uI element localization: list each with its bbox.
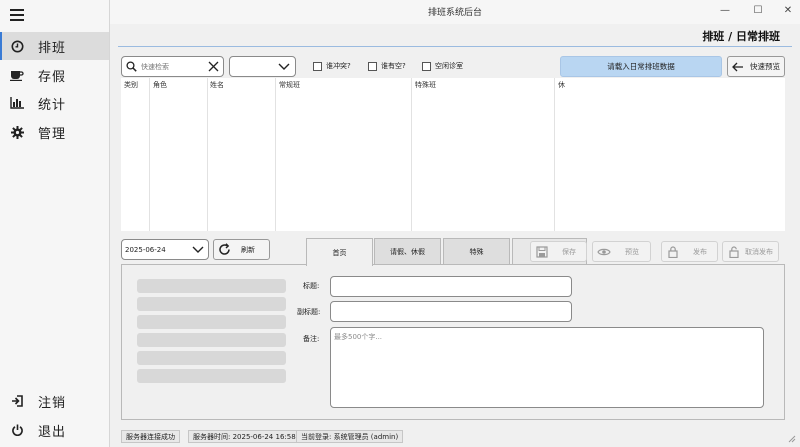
checkbox-label: 谁冲突?: [326, 62, 351, 70]
sidebar-item-exit[interactable]: 退出: [0, 416, 109, 444]
sidebar-item-logout[interactable]: 注销: [0, 387, 109, 415]
arrow-left-icon: [732, 62, 744, 72]
preview-button[interactable]: 预览: [592, 241, 651, 262]
column-divider: [554, 78, 555, 231]
breadcrumb: 排班 / 日常排班: [702, 30, 780, 43]
tab-leave[interactable]: 请假、休假: [374, 238, 441, 264]
checkbox-box[interactable]: [422, 61, 431, 71]
date-picker[interactable]: 2025-06-24: [121, 239, 209, 260]
eye-icon: [597, 247, 611, 257]
available-checkbox[interactable]: 谁有空?: [368, 61, 406, 71]
cup-icon: [10, 68, 24, 82]
load-schedule-button[interactable]: 请载入日常排班数据: [560, 56, 722, 77]
minimize-button[interactable]: —: [718, 4, 732, 18]
checkbox-label: 空闲诊室: [435, 62, 463, 70]
quick-preview-button[interactable]: 快速预览: [727, 56, 785, 77]
unlock-icon: [729, 245, 739, 258]
gear-icon: [10, 125, 24, 139]
save-icon: [536, 245, 548, 258]
sidebar-item-label: 注销: [38, 395, 67, 411]
window-title: 排班系统后台: [427, 8, 482, 18]
column-header[interactable]: 常规班: [279, 80, 300, 90]
subtitle-input[interactable]: [330, 301, 572, 322]
header-divider: [118, 46, 792, 47]
column-header[interactable]: 休: [558, 80, 565, 90]
column-divider: [207, 78, 208, 231]
title-input[interactable]: [330, 276, 572, 297]
placeholder-item: [137, 297, 286, 311]
column-header[interactable]: 角色: [153, 80, 167, 90]
refresh-button[interactable]: 刷新: [213, 239, 270, 260]
search-input[interactable]: [141, 62, 201, 71]
sidebar-item-admin[interactable]: 管理: [0, 118, 109, 146]
button-label: 发布: [693, 247, 707, 256]
sidebar: 排班 存假 统计 管理 注销 退出: [0, 0, 110, 447]
button-label: 取消发布: [745, 247, 773, 256]
sidebar-item-label: 管理: [38, 126, 67, 142]
search-box[interactable]: [121, 56, 224, 77]
button-label: 快速预览: [750, 62, 780, 71]
subtitle-label: 副标题:: [297, 308, 321, 316]
title-bar: 排班系统后台 — ☐ ✕: [110, 0, 800, 24]
search-icon: [126, 61, 137, 72]
column-header[interactable]: 类别: [124, 80, 138, 90]
button-label: 刷新: [241, 245, 255, 254]
publish-button[interactable]: 发布: [661, 241, 718, 262]
button-label: 保存: [562, 247, 576, 256]
current-user: 当前登录: 系统管理员 (admin): [296, 430, 404, 443]
logout-icon: [10, 394, 24, 408]
power-icon: [10, 423, 24, 437]
column-header[interactable]: 姓名: [210, 80, 224, 90]
tab-home[interactable]: 首页: [306, 238, 373, 266]
checkbox-label: 谁有空?: [381, 62, 406, 70]
sidebar-item-leave[interactable]: 存假: [0, 61, 109, 89]
sidebar-item-label: 统计: [38, 97, 67, 113]
menu-icon[interactable]: [10, 9, 24, 21]
chevron-down-icon: [192, 245, 204, 254]
date-value: 2025-06-24: [125, 245, 166, 254]
maximize-button[interactable]: ☐: [751, 4, 765, 18]
server-time: 服务器时间: 2025-06-24 16:58: [188, 430, 301, 443]
clock-icon: [10, 39, 24, 53]
checkbox-box[interactable]: [313, 61, 322, 71]
free-room-checkbox[interactable]: 空闲诊室: [422, 61, 463, 71]
placeholder-item: [137, 279, 286, 293]
bar-chart-icon: [10, 96, 24, 110]
sidebar-item-schedule[interactable]: 排班: [0, 32, 109, 60]
note-label: 备注:: [303, 335, 320, 343]
sidebar-item-stats[interactable]: 统计: [0, 89, 109, 117]
resize-grip-icon[interactable]: [788, 435, 796, 443]
placeholder-item: [137, 351, 286, 365]
schedule-table[interactable]: 类别 角色 姓名 常规班 特殊班 休: [121, 78, 785, 231]
conflict-checkbox[interactable]: 谁冲突?: [313, 61, 351, 71]
close-button[interactable]: ✕: [781, 4, 795, 18]
clear-icon[interactable]: [208, 61, 219, 72]
column-header[interactable]: 特殊班: [415, 80, 436, 90]
placeholder-item: [137, 333, 286, 347]
filter-select[interactable]: [229, 56, 296, 77]
unpublish-button[interactable]: 取消发布: [722, 241, 779, 262]
placeholder-item: [137, 315, 286, 329]
save-button[interactable]: 保存: [530, 241, 587, 262]
tab-special[interactable]: 特殊: [443, 238, 510, 264]
checkbox-box[interactable]: [368, 61, 377, 71]
title-label: 标题:: [303, 282, 320, 290]
sidebar-item-label: 排班: [38, 40, 67, 56]
sidebar-item-label: 存假: [38, 69, 67, 85]
button-label: 预览: [625, 247, 639, 256]
connection-status: 服务器连接成功: [121, 430, 180, 443]
refresh-icon: [218, 243, 231, 256]
note-textarea[interactable]: 最多500个字...: [330, 327, 764, 408]
column-divider: [275, 78, 276, 231]
column-divider: [411, 78, 412, 231]
lock-icon: [668, 245, 678, 258]
placeholder-item: [137, 369, 286, 383]
chevron-down-icon: [278, 62, 290, 71]
sidebar-item-label: 退出: [38, 424, 67, 440]
column-divider: [149, 78, 150, 231]
